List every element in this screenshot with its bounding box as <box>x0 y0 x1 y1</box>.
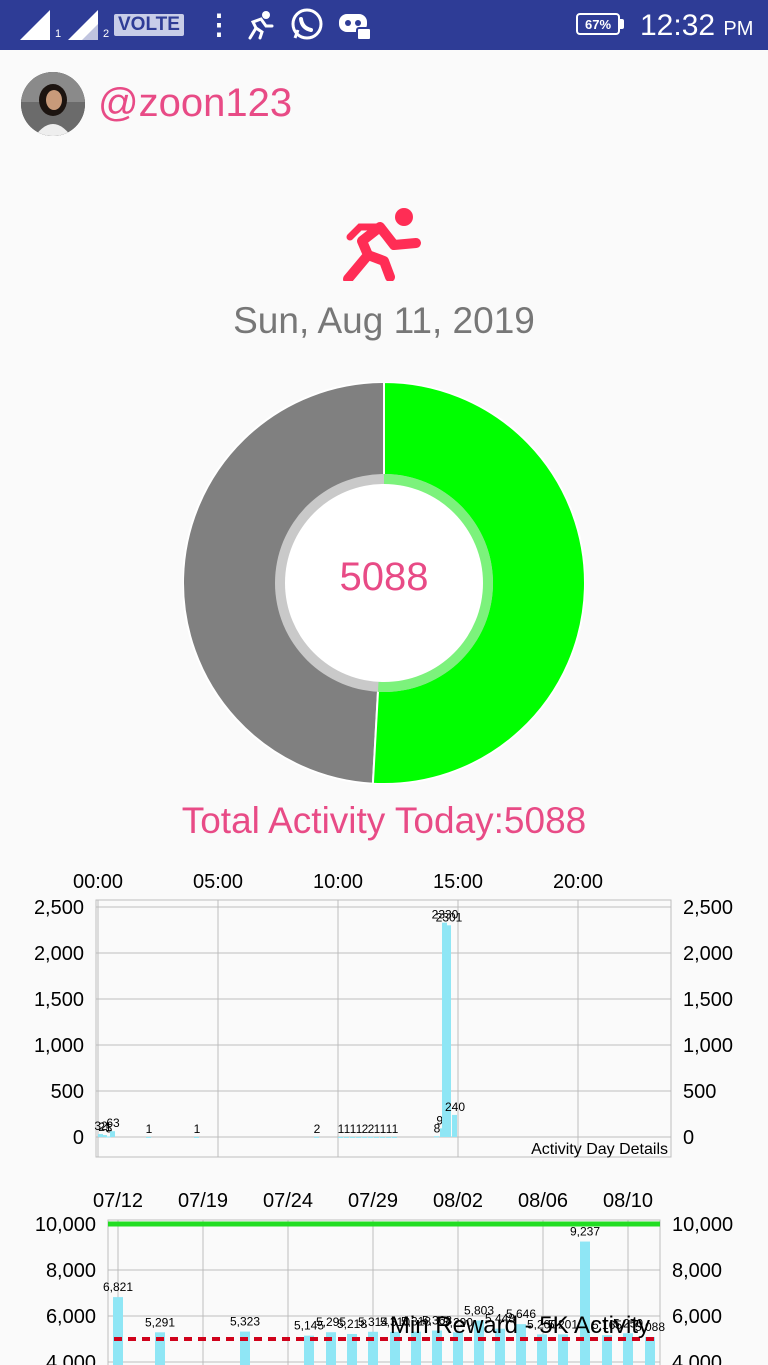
day-chart-bar <box>452 1114 457 1137</box>
day-chart-bar-label: 1 <box>392 1122 399 1136</box>
day-chart-bar-label: 2301 <box>436 910 463 924</box>
day-chart-x-tick: 00:00 <box>73 871 123 893</box>
history-chart-bar <box>113 1297 123 1365</box>
donut-center-value: 5088 <box>339 555 429 599</box>
history-chart-x-tick: 07/12 <box>93 1190 143 1212</box>
day-chart-y-tick-left: 1,500 <box>34 989 84 1011</box>
day-chart-bar <box>314 1136 319 1138</box>
battery-icon: 67% <box>576 13 620 35</box>
day-chart-bar-label: 1 <box>146 1122 153 1136</box>
runner-icon <box>248 11 274 40</box>
history-chart-y-tick-left: 6,000 <box>46 1306 96 1328</box>
day-chart-description: Activity Day Details <box>531 1141 668 1158</box>
history-chart-y-tick-left: 10,000 <box>35 1214 96 1236</box>
history-chart-y-tick-right: 6,000 <box>672 1306 722 1328</box>
history-chart-bar <box>580 1241 590 1365</box>
history-chart-bar-label: 9,237 <box>570 1225 600 1239</box>
day-chart-x-tick: 05:00 <box>193 871 243 893</box>
day-chart-bar <box>110 1131 115 1137</box>
day-chart-bar <box>392 1136 397 1138</box>
day-chart-bar <box>434 1136 439 1138</box>
clock: 12:32 PM <box>640 8 753 47</box>
avatar-image <box>21 72 85 136</box>
day-chart-y-tick-right: 0 <box>683 1127 694 1149</box>
clock-time: 12:32 <box>640 9 716 42</box>
history-chart-reward-label: Min Reward - 5K Activity <box>390 1312 650 1339</box>
day-chart-bar <box>368 1136 373 1138</box>
day-chart-x-tick: 10:00 <box>313 871 363 893</box>
day-chart-y-tick-left: 2,500 <box>34 897 84 919</box>
discord-icon <box>339 14 372 41</box>
history-chart-x-tick: 08/06 <box>518 1190 568 1212</box>
history-chart-y-tick-right: 8,000 <box>672 1260 722 1282</box>
history-chart-bar <box>240 1331 250 1365</box>
day-chart-bar-label: 2 <box>314 1122 321 1136</box>
day-chart-x-tick: 20:00 <box>553 871 603 893</box>
day-chart-bar <box>146 1136 151 1138</box>
sim2-label: 2 <box>103 28 110 40</box>
signal-icon-2 <box>68 10 98 40</box>
day-chart-y-tick-right: 1,000 <box>683 1035 733 1057</box>
clock-ampm: PM <box>723 18 754 40</box>
whatsapp-icon <box>291 8 323 40</box>
day-activity-chart[interactable]: 00:00 05:00 10:00 15:00 20:00 0 0 500 500 1,000 1,… <box>0 862 768 1162</box>
history-chart-bar <box>368 1331 378 1365</box>
day-chart-bar-label: 240 <box>445 1100 465 1114</box>
day-chart-bar <box>374 1136 379 1138</box>
history-chart-frame <box>107 1219 661 1365</box>
day-chart-y-tick-left: 2,000 <box>34 943 84 965</box>
day-chart-y-tick-right: 2,000 <box>683 943 733 965</box>
day-chart-y-tick-right: 1,500 <box>683 989 733 1011</box>
day-chart-bar <box>338 1136 343 1138</box>
day-chart-bar-label: 63 <box>106 1116 120 1130</box>
history-chart-y-tick-left: 8,000 <box>46 1260 96 1282</box>
history-chart-x-tick: 07/19 <box>178 1190 228 1212</box>
day-chart-bar <box>344 1136 349 1138</box>
history-chart-y-tick-right: 10,000 <box>672 1214 733 1236</box>
history-chart-y-tick-right: 4,000 <box>672 1352 722 1365</box>
day-chart-bar-label: 1 <box>194 1122 201 1136</box>
battery-tip <box>620 19 624 29</box>
day-chart-y-tick-left: 1,000 <box>34 1035 84 1057</box>
day-chart-bar <box>386 1136 391 1138</box>
day-chart-bar <box>380 1136 385 1138</box>
history-chart-y-tick-left: 4,000 <box>46 1352 96 1365</box>
history-chart-bar-label: 5,291 <box>145 1315 175 1329</box>
day-chart-y-tick-left: 500 <box>51 1081 84 1103</box>
username[interactable]: @zoon123 <box>98 78 292 128</box>
day-chart-bar <box>194 1136 199 1138</box>
history-chart-bar-label: 5,323 <box>230 1315 260 1329</box>
day-chart-frame <box>95 899 672 1158</box>
day-chart-x-tick: 15:00 <box>433 871 483 893</box>
day-chart-y-tick-right: 500 <box>683 1081 716 1103</box>
signal-icon <box>20 10 50 40</box>
history-chart-x-tick: 08/02 <box>433 1190 483 1212</box>
more-icon: ⋮ <box>205 9 233 40</box>
day-chart-y-tick-right: 2,500 <box>683 897 733 919</box>
day-chart-bar <box>356 1136 361 1138</box>
history-chart-x-tick: 08/10 <box>603 1190 653 1212</box>
daily-history-chart[interactable]: 07/12 07/19 07/24 07/29 08/02 08/06 08/10 4,000… <box>0 1180 768 1365</box>
avatar[interactable] <box>21 72 85 136</box>
day-chart-bar <box>362 1136 367 1138</box>
history-chart-bar <box>645 1336 655 1365</box>
day-chart-bar <box>350 1136 355 1138</box>
history-chart-x-tick: 07/24 <box>263 1190 313 1212</box>
day-chart-y-tick-left: 0 <box>73 1127 84 1149</box>
history-chart-x-tick: 07/29 <box>348 1190 398 1212</box>
activity-date[interactable]: Sun, Aug 11, 2019 <box>0 300 768 342</box>
sim1-label: 1 <box>55 28 62 40</box>
runner-icon-large <box>343 208 421 281</box>
history-chart-bar-label: 6,821 <box>103 1280 133 1294</box>
status-bar: 1 2 VOLTE ⋮ 67% 12:32 PM <box>0 0 768 50</box>
total-activity-label: Total Activity Today:5088 <box>181 800 587 841</box>
volte-badge: VOLTE <box>114 14 184 36</box>
